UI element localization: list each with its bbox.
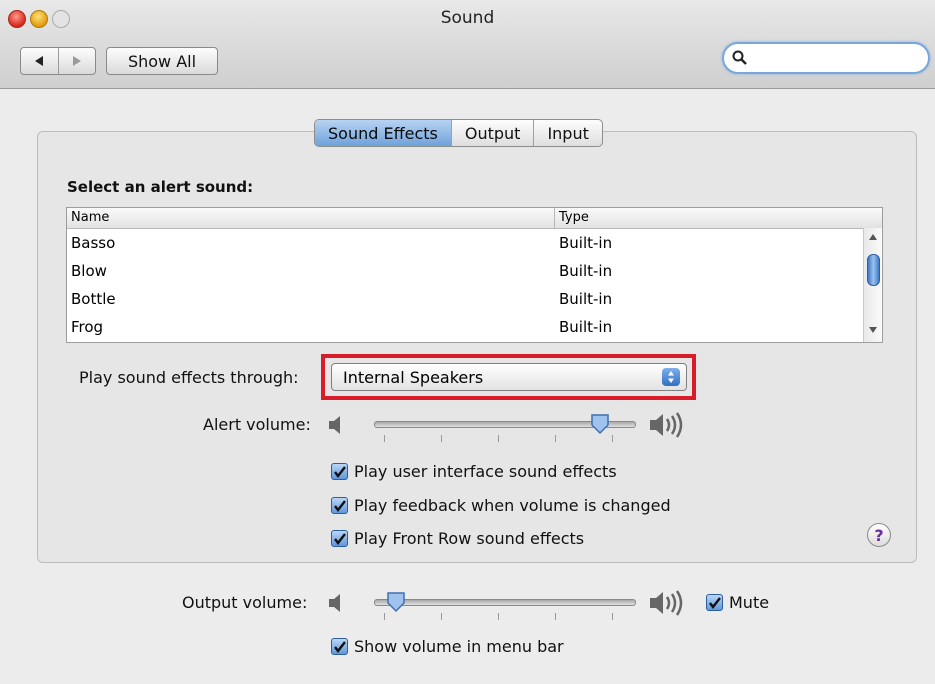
- list-item[interactable]: Bottle Built-in: [67, 285, 865, 313]
- volume-feedback-checkbox[interactable]: Play feedback when volume is changed: [331, 496, 671, 515]
- speaker-low-icon: [329, 416, 340, 434]
- tab-sound-effects[interactable]: Sound Effects: [315, 120, 451, 146]
- slider-knob[interactable]: [386, 591, 406, 613]
- help-button[interactable]: ?: [867, 523, 891, 547]
- sound-type: Built-in: [559, 234, 613, 252]
- back-button[interactable]: [21, 48, 58, 74]
- checkbox-label: Play Front Row sound effects: [354, 529, 585, 548]
- slider-knob[interactable]: [590, 413, 610, 435]
- mute-checkbox[interactable]: Mute: [706, 593, 769, 612]
- slider-tick: [384, 435, 385, 442]
- slider-tick: [612, 613, 613, 620]
- sound-name: Blow: [71, 262, 107, 280]
- list-scrollbar[interactable]: [863, 228, 882, 342]
- ui-sound-effects-checkbox[interactable]: Play user interface sound effects: [331, 462, 617, 481]
- list-header: Name Type: [67, 208, 882, 229]
- checkbox-label: Show volume in menu bar: [354, 637, 564, 656]
- play-through-label: Play sound effects through:: [79, 368, 299, 387]
- scroll-down-arrow-icon[interactable]: [864, 324, 882, 336]
- sound-type: Built-in: [559, 262, 613, 280]
- tab-bar: Sound Effects Output Input: [314, 119, 603, 147]
- checkmark-icon: [331, 497, 348, 514]
- alert-sound-heading: Select an alert sound:: [67, 178, 254, 196]
- checkmark-icon: [706, 594, 723, 611]
- scroll-thumb[interactable]: [867, 254, 880, 286]
- slider-tick: [555, 613, 556, 620]
- back-arrow-icon: [35, 56, 44, 66]
- slider-tick: [498, 435, 499, 442]
- search-field[interactable]: [722, 42, 930, 74]
- alert-volume-label: Alert volume:: [203, 415, 311, 434]
- tab-output[interactable]: Output: [450, 120, 534, 146]
- window-title: Sound: [440, 8, 495, 28]
- title-bar: Sound Show All: [0, 0, 935, 89]
- show-all-button[interactable]: Show All: [106, 47, 218, 75]
- slider-tick: [555, 435, 556, 442]
- show-volume-menubar-checkbox[interactable]: Show volume in menu bar: [331, 637, 564, 656]
- back-forward-control: [20, 47, 96, 75]
- checkbox-label: Play feedback when volume is changed: [354, 496, 671, 515]
- list-item[interactable]: Basso Built-in: [67, 229, 865, 257]
- output-volume-label: Output volume:: [182, 593, 308, 612]
- column-header-name[interactable]: Name: [71, 210, 109, 225]
- column-header-type[interactable]: Type: [559, 210, 589, 225]
- alert-sound-list[interactable]: Name Type Basso Built-in Blow Built-in B…: [66, 207, 883, 343]
- front-row-effects-checkbox[interactable]: Play Front Row sound effects: [331, 529, 584, 548]
- slider-tick: [441, 613, 442, 620]
- scroll-up-arrow-icon[interactable]: [864, 232, 882, 244]
- output-volume-slider[interactable]: [374, 591, 636, 621]
- search-icon: [732, 50, 747, 65]
- slider-track: [374, 599, 636, 606]
- forward-arrow-icon: [72, 56, 81, 66]
- sound-name: Frog: [71, 318, 104, 336]
- checkmark-icon: [331, 463, 348, 480]
- checkmark-icon: [331, 638, 348, 655]
- sound-type: Built-in: [559, 290, 613, 308]
- alert-volume-slider[interactable]: [374, 413, 636, 443]
- slider-tick: [612, 435, 613, 442]
- checkbox-label: Play user interface sound effects: [354, 462, 617, 481]
- checkmark-icon: [331, 530, 348, 547]
- sound-type: Built-in: [559, 318, 613, 336]
- column-divider: [554, 208, 555, 228]
- sound-preferences-window: Sound Show All Sound Effects Output Inpu…: [0, 0, 935, 684]
- tab-input[interactable]: Input: [533, 120, 601, 146]
- slider-tick: [384, 613, 385, 620]
- highlight-box: [321, 354, 696, 400]
- speaker-low-icon: [329, 594, 340, 612]
- forward-button[interactable]: [57, 48, 96, 74]
- checkbox-label: Mute: [729, 593, 770, 612]
- sound-name: Basso: [71, 234, 116, 252]
- sound-name: Bottle: [71, 290, 116, 308]
- list-item[interactable]: Frog Built-in: [67, 313, 865, 341]
- slider-tick: [441, 435, 442, 442]
- list-item[interactable]: Blow Built-in: [67, 257, 865, 285]
- speaker-high-icon: [650, 590, 683, 616]
- speaker-high-icon: [650, 412, 683, 438]
- slider-tick: [498, 613, 499, 620]
